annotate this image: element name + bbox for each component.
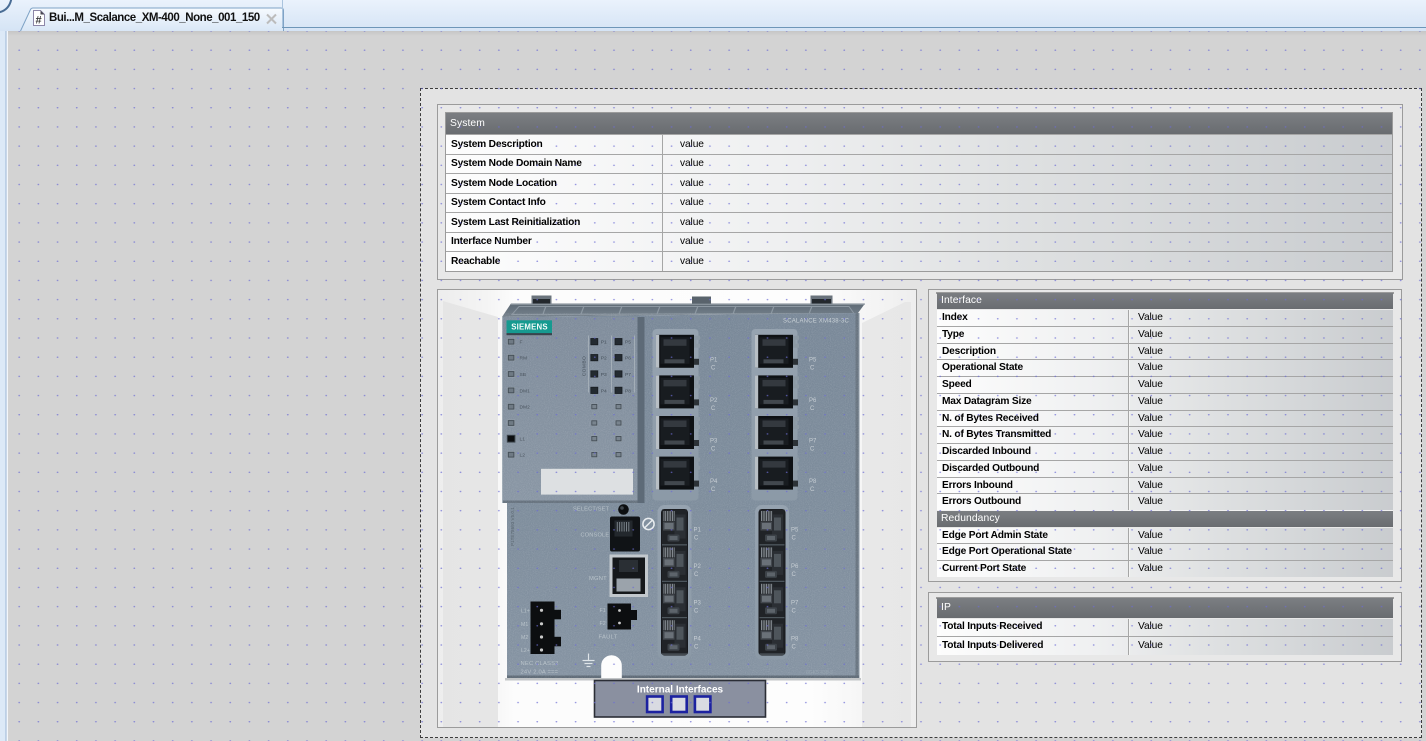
svg-text:P3: P3: [694, 600, 702, 606]
svg-text:C: C: [792, 536, 797, 542]
svg-text:P1: P1: [710, 357, 718, 363]
svg-text:P7: P7: [809, 439, 817, 445]
svg-text:FAULT: FAULT: [599, 635, 618, 641]
svg-text:P2: P2: [694, 564, 702, 570]
svg-text:C: C: [711, 487, 716, 493]
svg-text:F: F: [520, 340, 523, 346]
svg-text:RM: RM: [520, 356, 528, 362]
svg-text:P1: P1: [601, 340, 607, 346]
svg-text:P1TE78693 V5.0.1: P1TE78693 V5.0.1: [510, 507, 515, 546]
svg-text:COMBO: COMBO: [582, 356, 588, 376]
svg-text:P1: P1: [694, 528, 702, 534]
svg-text:L2+: L2+: [521, 648, 530, 654]
svg-text:F1: F1: [600, 608, 606, 614]
svg-text:C: C: [810, 365, 815, 371]
svg-text:C: C: [711, 447, 716, 453]
svg-text:C: C: [694, 536, 699, 542]
svg-text:DM1: DM1: [520, 388, 531, 394]
svg-text:P5: P5: [809, 357, 817, 363]
svg-text:P2: P2: [710, 398, 718, 404]
svg-text:L1+: L1+: [521, 608, 530, 614]
svg-text:SELECT/SET: SELECT/SET: [573, 507, 610, 513]
svg-text:#: #: [36, 15, 42, 27]
svg-text:C: C: [694, 645, 699, 651]
svg-text:NEC CLASS2: NEC CLASS2: [521, 661, 559, 667]
svg-text:24V 2.0A ===: 24V 2.0A ===: [521, 670, 559, 676]
svg-text:C: C: [694, 572, 699, 578]
svg-text:M2: M2: [521, 635, 528, 641]
svg-text:SCALANCE XM438-3C: SCALANCE XM438-3C: [783, 319, 850, 325]
svg-text:SIEMENS: SIEMENS: [511, 323, 548, 332]
svg-text:CONSOLE: CONSOLE: [581, 533, 610, 539]
svg-text:M1: M1: [521, 622, 528, 628]
svg-text:P5: P5: [625, 340, 631, 346]
svg-text:C: C: [694, 608, 699, 614]
svg-text:P8: P8: [791, 637, 799, 643]
svg-text:P5: P5: [791, 528, 799, 534]
svg-text:L2: L2: [520, 453, 526, 459]
svg-text:L1: L1: [520, 437, 526, 443]
svg-text:P8: P8: [625, 388, 631, 394]
svg-text:C: C: [711, 406, 716, 412]
svg-text:SB: SB: [520, 372, 527, 378]
svg-text:DM2: DM2: [520, 405, 531, 411]
svg-text:Internal Interfaces: Internal Interfaces: [637, 685, 724, 696]
svg-text:6GK5 438-3: 6GK5 438-3: [806, 670, 833, 676]
svg-text:P2: P2: [601, 356, 607, 362]
svg-text:P6: P6: [791, 564, 799, 570]
svg-text:C: C: [792, 608, 797, 614]
svg-text:P7: P7: [625, 372, 631, 378]
svg-text:P4: P4: [694, 637, 702, 643]
svg-text:P8: P8: [809, 479, 817, 485]
svg-text:P4: P4: [601, 388, 607, 394]
svg-text:P3: P3: [710, 439, 718, 445]
svg-text:F2: F2: [600, 621, 606, 627]
svg-text:P7: P7: [791, 600, 799, 606]
svg-text:C: C: [810, 406, 815, 412]
svg-text:P4: P4: [710, 479, 718, 485]
svg-text:C: C: [792, 572, 797, 578]
svg-text:P6: P6: [809, 398, 817, 404]
svg-text:MGNT: MGNT: [589, 576, 607, 582]
svg-text:P6: P6: [625, 356, 631, 362]
svg-text:C: C: [711, 365, 716, 371]
svg-text:C: C: [810, 487, 815, 493]
svg-text:P3: P3: [601, 372, 607, 378]
svg-text:C: C: [810, 447, 815, 453]
svg-text:C: C: [792, 645, 797, 651]
